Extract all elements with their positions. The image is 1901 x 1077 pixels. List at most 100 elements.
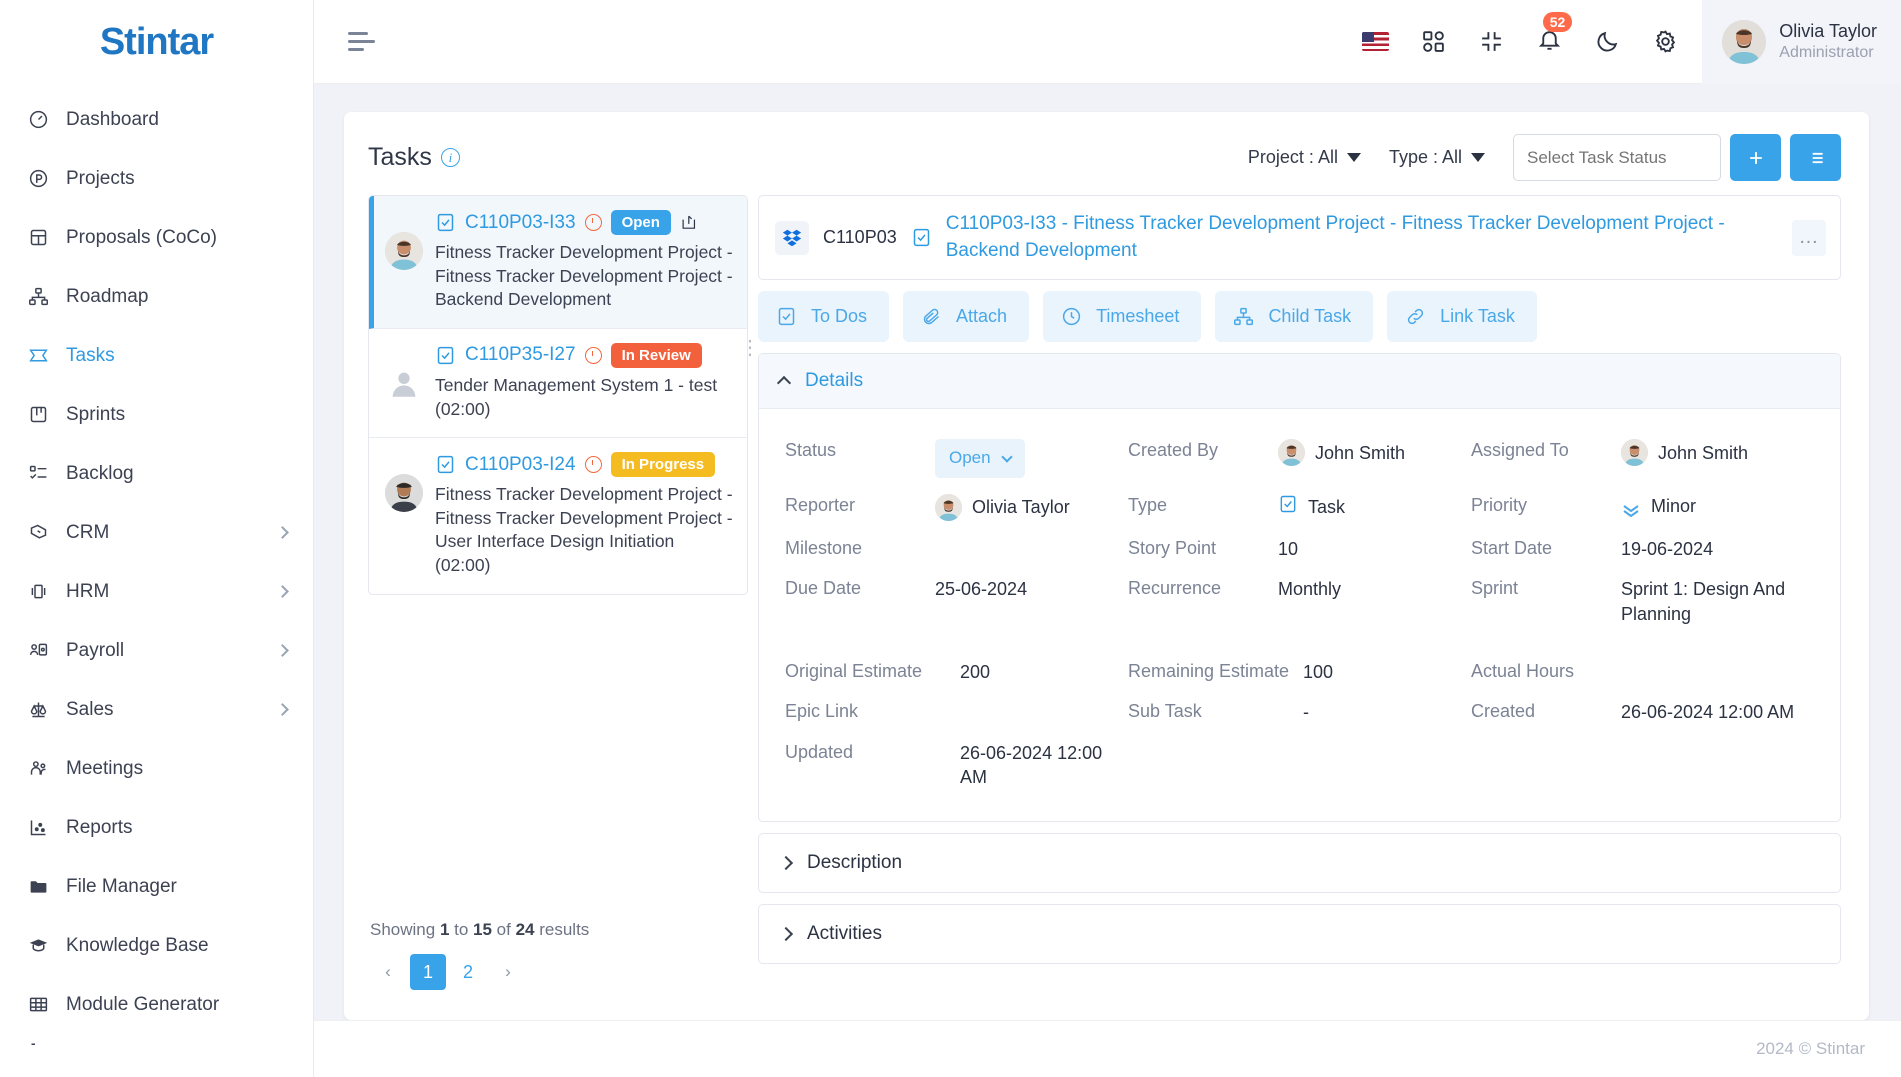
project-filter[interactable]: Project : All [1248,147,1361,168]
task-key[interactable]: C110P03-I24 [465,454,576,476]
sidebar-item-partial[interactable] [0,1034,313,1064]
task-list-item[interactable]: C110P03-I33 Open Fitness Tracker Develop… [369,196,747,329]
details-section-toggle[interactable]: Details [759,354,1840,410]
type-filter[interactable]: Type : All [1389,147,1485,168]
tab-timesheet[interactable]: Timesheet [1043,291,1202,343]
sidebar-item-crm[interactable]: CRM [0,503,313,562]
more-options-button[interactable]: … [1792,219,1826,256]
results-suffix: results [534,920,590,939]
apps-grid-icon [1422,31,1444,52]
status-badge: In Review [610,342,702,368]
tab-attach[interactable]: Attach [903,291,1030,343]
gear-icon [1655,30,1675,53]
page-title: Tasks i [368,143,460,172]
gauge-icon [26,108,50,132]
user-profile[interactable]: Olivia Taylor Administrator [1702,0,1901,84]
sidebar-item-label: Backlog [66,462,134,484]
sidebar-item-sales[interactable]: Sales [0,680,313,739]
chevron-right-icon [778,856,794,871]
task-list-item[interactable]: C110P35-I27 In Review Tender Management … [369,329,747,439]
sidebar-item-tasks[interactable]: Tasks [0,326,313,385]
status-dropdown[interactable]: Open [935,439,1025,479]
task-check-icon [435,212,456,233]
resize-handle[interactable]: ⋮ [740,338,760,358]
field-created-by: Created By John Smith [1128,431,1471,486]
field-story-point: Story Point 10 [1128,529,1471,569]
tab-link-task[interactable]: Link Task [1387,291,1537,343]
fullscreen-button[interactable] [1462,0,1520,84]
sidebar-item-sprints[interactable]: Sprints [0,385,313,444]
sidebar-item-reports[interactable]: Reports [0,798,313,857]
task-item-body: C110P03-I24 In Progress Fitness Tracker … [435,452,733,578]
user-card-icon [26,639,50,663]
field-value: Olivia Taylor [935,494,1070,522]
avatar [385,232,423,270]
sidebar-item-dashboard[interactable]: Dashboard [0,90,313,149]
field-label: Status [785,440,837,461]
field-label: Due Date [785,578,862,599]
sidebar-item-module-generator[interactable]: Module Generator [0,975,313,1034]
tab-todos[interactable]: To Dos [758,291,890,343]
notification-badge: 52 [1542,11,1573,32]
task-key[interactable]: C110P03-I33 [465,212,576,234]
sidebar-item-projects[interactable]: Projects [0,149,313,208]
task-detail-column: C110P03 C110P03-I33 - Fitness Tracker De… [758,195,1841,1020]
avatar-placeholder [385,365,423,403]
sidebar-item-backlog[interactable]: Backlog [0,444,313,503]
pagination-prev[interactable]: ‹ [370,954,406,990]
content-area: Tasks i Project : All Type : All Select … [314,84,1901,1020]
theme-toggle[interactable] [1578,0,1636,84]
priority-value: Minor [1651,496,1697,517]
field-original-estimate: Original Estimate 200 [785,634,1128,692]
sidebar-item-knowledge-base[interactable]: Knowledge Base [0,916,313,975]
task-list-item[interactable]: C110P03-I24 In Progress Fitness Tracker … [369,438,747,594]
chevron-right-icon [276,703,289,716]
add-task-button[interactable] [1730,134,1781,181]
task-detail-title[interactable]: C110P03-I33 - Fitness Tracker Developmen… [946,211,1778,264]
brand-logo[interactable]: Stintar [0,0,313,84]
grid-table-icon [26,993,50,1017]
partial-icon [26,1037,50,1061]
tasks-card: Tasks i Project : All Type : All Select … [344,112,1869,1020]
task-item-meta: C110P03-I33 Open [435,210,733,235]
clock-icon [584,214,602,231]
sidebar-item-proposals[interactable]: Proposals (CoCo) [0,208,313,267]
pagination-page-2[interactable]: 2 [450,954,486,990]
sidebar-item-label: Payroll [66,639,125,661]
activities-section[interactable]: Activities [758,904,1841,965]
sidebar-item-roadmap[interactable]: Roadmap [0,267,313,326]
pagination-page-1[interactable]: 1 [410,954,446,990]
task-list: C110P03-I33 Open Fitness Tracker Develop… [368,195,748,595]
graduation-cap-icon [26,934,50,958]
clock-icon [584,346,602,364]
sidebar-item-file-manager[interactable]: File Manager [0,857,313,916]
pagination-next[interactable]: › [490,954,526,990]
chevron-down-icon [1471,153,1485,162]
description-section[interactable]: Description [758,833,1841,894]
status-badge: Open [610,210,671,235]
info-icon[interactable]: i [440,148,460,167]
activities-section-label: Activities [807,923,882,945]
sidebar-item-label: Meetings [66,757,144,779]
apps-button[interactable] [1404,0,1462,84]
reporter-name: Olivia Taylor [972,497,1070,518]
field-value: Open [935,439,1025,479]
share-icon[interactable] [680,214,699,231]
settings-button[interactable] [1636,0,1694,84]
hamburger-icon[interactable] [348,32,376,51]
card-header: Tasks i Project : All Type : All [344,112,1869,195]
sidebar-item-hrm[interactable]: HRM [0,562,313,621]
results-mid2: of [491,920,516,939]
link-icon [1408,309,1424,325]
sidebar-item-meetings[interactable]: Meetings [0,739,313,798]
task-status-input[interactable] [1513,134,1721,181]
avatar [385,474,423,513]
language-selector[interactable] [1346,0,1404,84]
details-section: Details Status Open Created By John Smit… [758,353,1841,823]
task-key[interactable]: C110P35-I27 [465,344,576,366]
notifications-button[interactable]: 52 [1520,0,1578,84]
tab-child-task[interactable]: Child Task [1215,291,1374,343]
sidebar-item-payroll[interactable]: Payroll [0,621,313,680]
results-prefix: Showing [370,920,440,939]
list-view-button[interactable] [1790,134,1841,181]
